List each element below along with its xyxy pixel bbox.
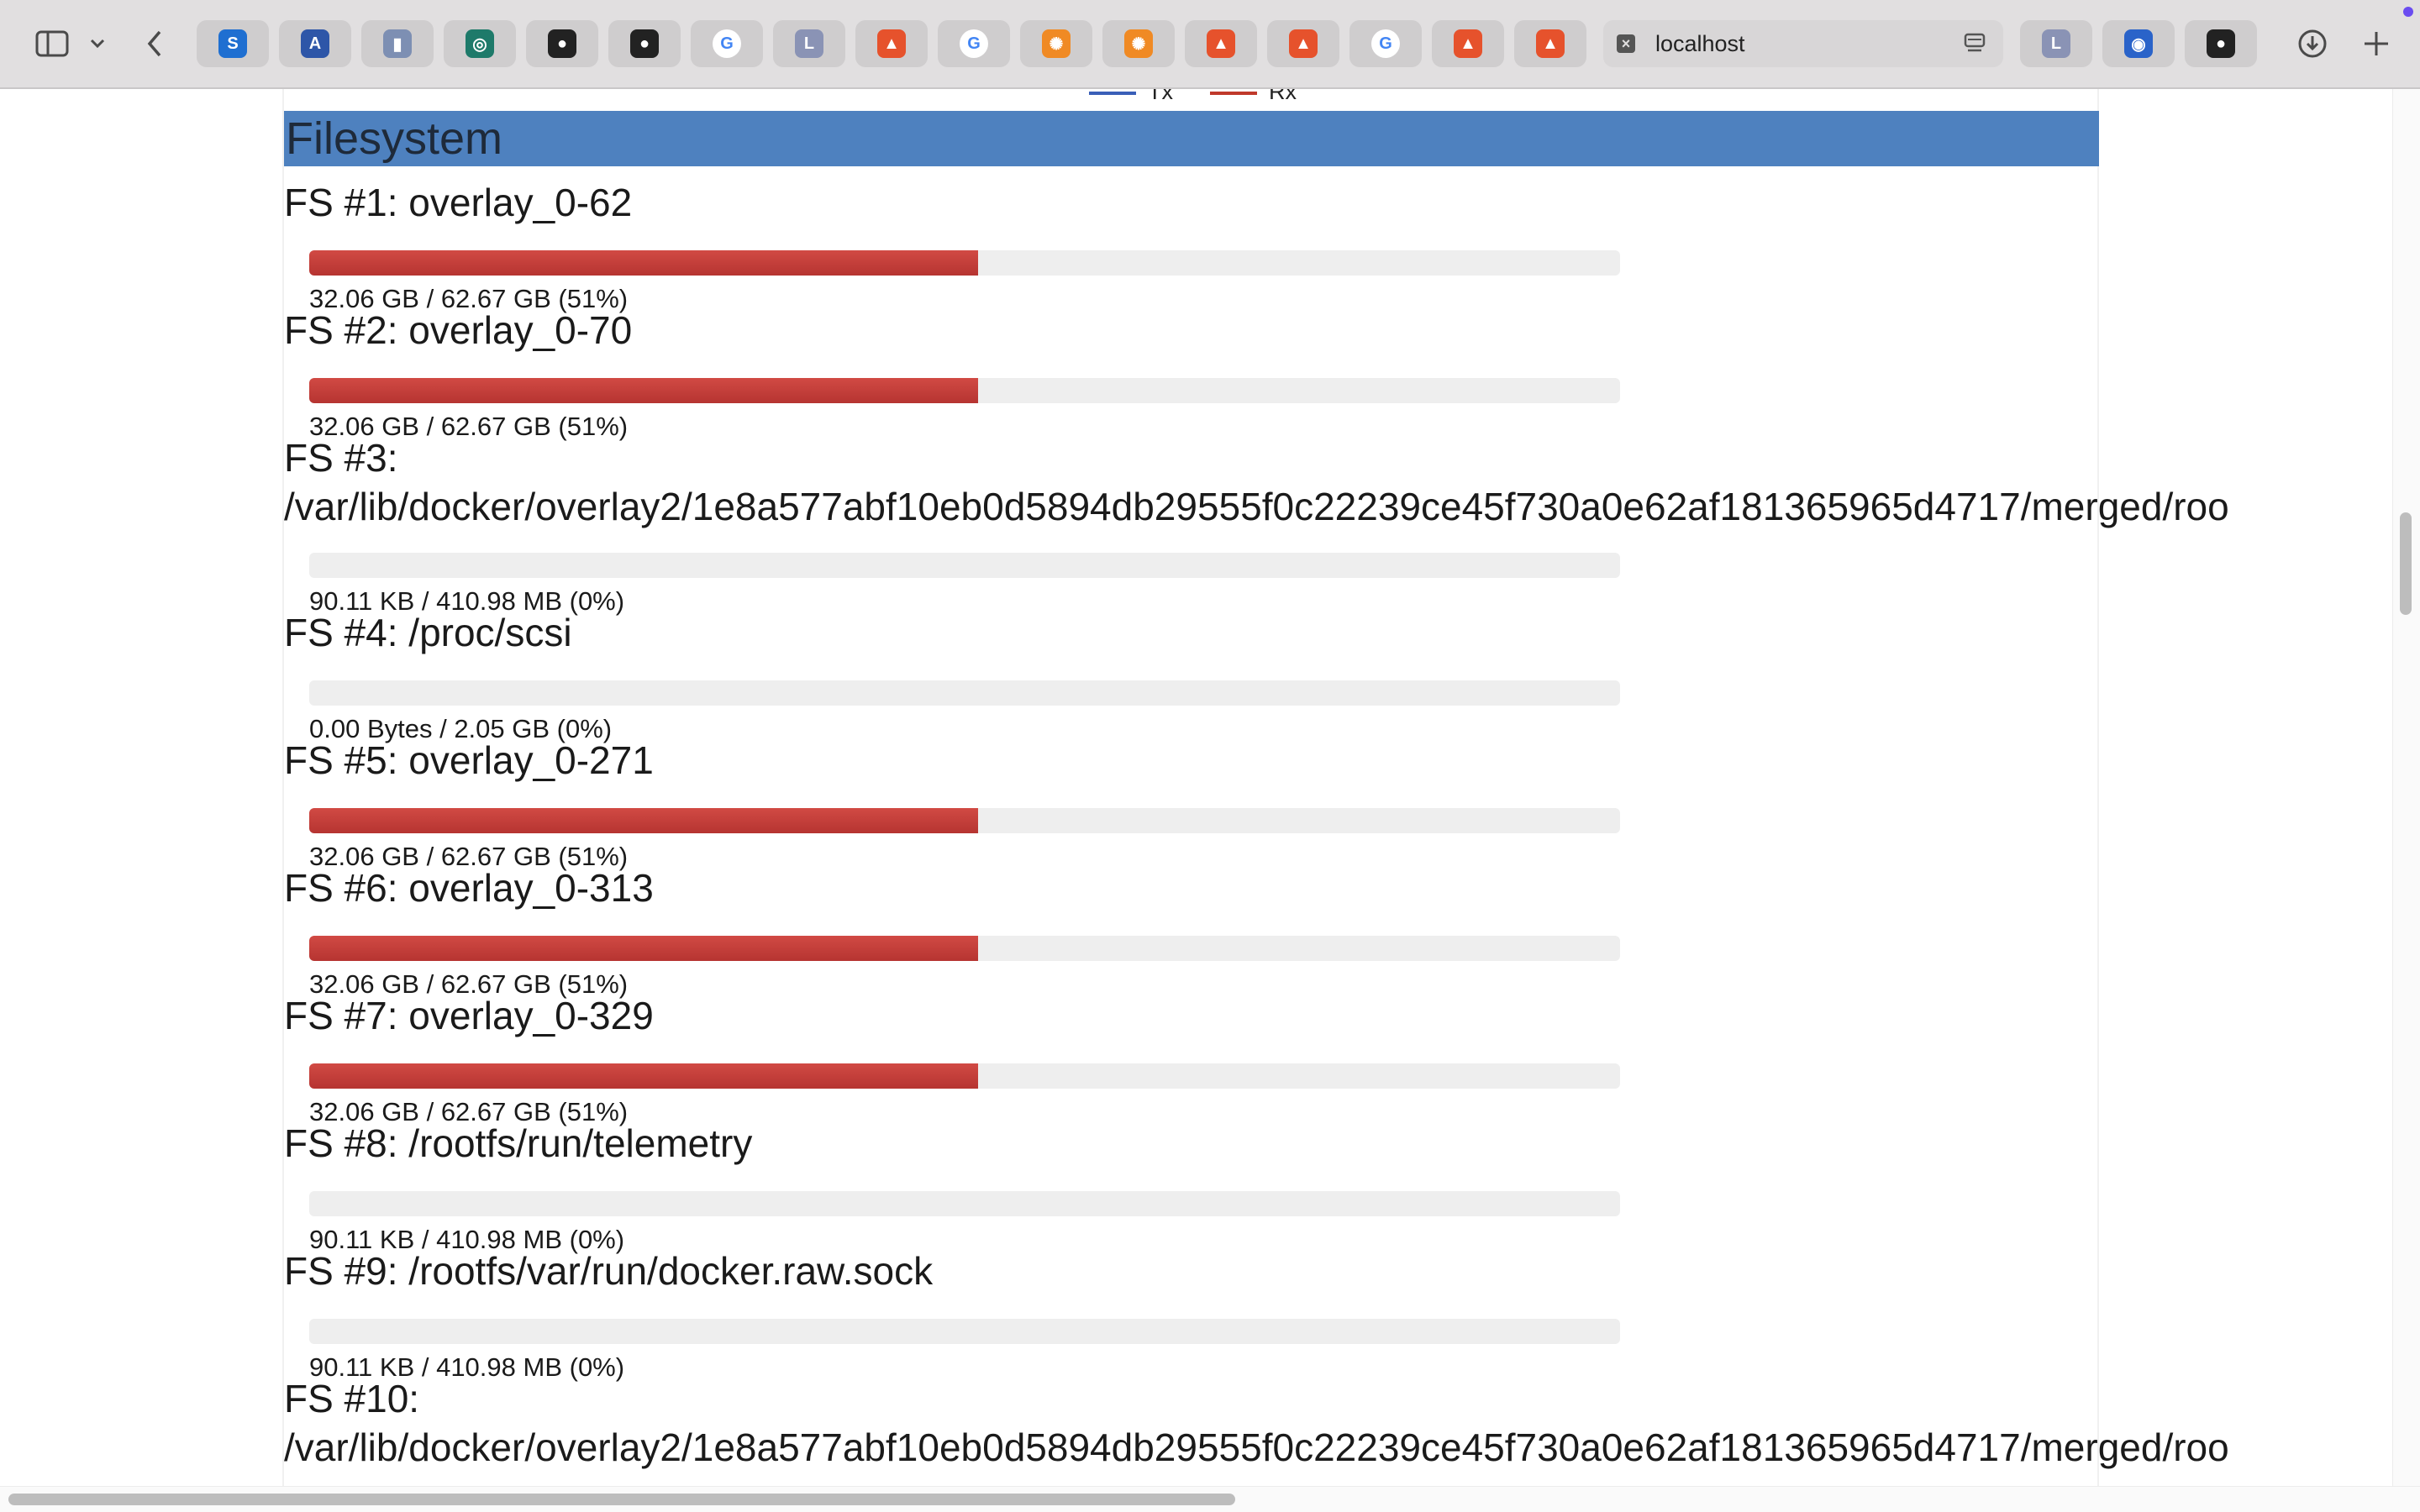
browser-tab[interactable]: L: [773, 20, 845, 67]
github-icon: ●: [548, 29, 576, 58]
usage-bar-fill: [309, 1063, 978, 1089]
filesystem-title: FS #6: overlay_0-313: [284, 866, 654, 910]
filesystem-item: FS #9: /rootfs/var/run/docker.raw.sock 90…: [284, 1247, 2385, 1382]
horizontal-scrollbar[interactable]: [0, 1486, 2420, 1512]
chevron-down-icon[interactable]: [81, 25, 114, 62]
browser-tab[interactable]: ▮: [361, 20, 434, 67]
github-icon: ●: [630, 29, 659, 58]
usage-bar-fill: [309, 808, 978, 833]
browser-tab[interactable]: ▲: [1432, 20, 1504, 67]
usage-bar: [309, 250, 1620, 276]
close-icon[interactable]: ×: [1617, 34, 1635, 53]
usage-bar: [309, 378, 1620, 403]
l-app-icon: L: [2042, 29, 2070, 58]
target-app-icon: ◎: [466, 29, 494, 58]
scroll-thumb[interactable]: [2400, 512, 2412, 615]
google-icon: G: [960, 29, 988, 58]
browser-tab[interactable]: ◉: [2102, 20, 2175, 67]
s-app-icon: S: [218, 29, 247, 58]
legend-label: Rx: [1269, 89, 1297, 104]
usage-bar: [309, 936, 1620, 961]
filesystem-title: FS #9: /rootfs/var/run/docker.raw.sock: [284, 1249, 934, 1293]
l-app-icon: L: [795, 29, 823, 58]
legend-label: Tx: [1148, 89, 1173, 104]
browser-tab[interactable]: ✺: [1102, 20, 1175, 67]
filesystem-title: FS #3:: [284, 436, 398, 480]
browser-tab[interactable]: G: [938, 20, 1010, 67]
filesystem-title: FS #8: /rootfs/run/telemetry: [284, 1121, 753, 1165]
google-icon: G: [713, 29, 741, 58]
filesystem-item: FS #5: overlay_0-271 32.06 GB / 62.67 GB …: [284, 736, 2385, 871]
prometheus-icon: ▲: [877, 29, 906, 58]
browser-tab[interactable]: L: [2020, 20, 2092, 67]
legend-swatch: [1210, 91, 1257, 95]
filesystem-title: FS #4: /proc/scsi: [284, 611, 572, 654]
tab-localhost[interactable]: × localhost: [1603, 20, 2003, 67]
browser-tab[interactable]: A: [279, 20, 351, 67]
notification-dot: [2403, 7, 2413, 17]
legend-swatch: [1089, 91, 1136, 95]
legend-item-rx: Rx: [1210, 89, 1297, 105]
browser-tab[interactable]: G: [1349, 20, 1422, 67]
filesystem-item: FS #4: /proc/scsi 0.00 Bytes / 2.05 GB (0…: [284, 608, 2385, 743]
browser-tab[interactable]: ✺: [1020, 20, 1092, 67]
filesystem-title: FS #5: overlay_0-271: [284, 738, 654, 782]
prometheus-icon: ▲: [1207, 29, 1235, 58]
grafana-icon: ✺: [1042, 29, 1071, 58]
filesystem-path: /var/lib/docker/overlay2/1e8a577abf10eb0…: [284, 485, 2229, 528]
filesystem-title: FS #10:: [284, 1377, 420, 1420]
usage-bar: [309, 680, 1620, 706]
usage-bar: [309, 1063, 1620, 1089]
new-tab-icon[interactable]: [2358, 25, 2395, 62]
filesystem-item: FS #10: /var/lib/docker/overlay2/1e8a577a…: [284, 1374, 2385, 1472]
usage-bar-fill: [309, 936, 978, 961]
usage-bar-fill: [309, 250, 978, 276]
browser-tab[interactable]: S: [197, 20, 269, 67]
scroll-thumb[interactable]: [8, 1494, 1235, 1505]
vertical-scrollbar[interactable]: [2392, 89, 2420, 1487]
grafana-icon: ✺: [1124, 29, 1153, 58]
filesystem-title: FS #1: overlay_0-62: [284, 181, 633, 224]
browser-tab[interactable]: ◎: [444, 20, 516, 67]
browser-tab[interactable]: ●: [608, 20, 681, 67]
browser-toolbar: S A ▮ ◎ ● ● G L ▲ G ✺ ✺ ▲ ▲ G ▲ ▲ × localhost L ◉ ●: [0, 0, 2420, 89]
prometheus-icon: ▲: [1454, 29, 1482, 58]
bar-chart-icon: ▮: [383, 29, 412, 58]
browser-tab[interactable]: G: [691, 20, 763, 67]
usage-bar: [309, 553, 1620, 578]
tab-title: localhost: [1655, 30, 1745, 56]
github-icon: ●: [2207, 29, 2235, 58]
browser-tab[interactable]: ▲: [1185, 20, 1257, 67]
legend-item-tx: Tx: [1089, 89, 1173, 105]
browser-tab[interactable]: ●: [2185, 20, 2257, 67]
usage-bar-fill: [309, 378, 978, 403]
usage-bar: [309, 1191, 1620, 1216]
filesystem-item: FS #6: overlay_0-313 32.06 GB / 62.67 GB …: [284, 864, 2385, 999]
google-icon: G: [1371, 29, 1400, 58]
browser-tab[interactable]: ●: [526, 20, 598, 67]
browser-tab[interactable]: ▲: [1267, 20, 1339, 67]
filesystem-item: FS #1: overlay_0-62 32.06 GB / 62.67 GB (…: [284, 178, 2385, 313]
downloads-icon[interactable]: [2294, 25, 2331, 62]
translate-icon: A: [301, 29, 329, 58]
back-icon[interactable]: [136, 25, 173, 62]
sidebar-toggle-icon[interactable]: [34, 25, 71, 62]
prometheus-icon: ▲: [1536, 29, 1565, 58]
browser-tab[interactable]: ▲: [855, 20, 928, 67]
filesystem-item: FS #3: /var/lib/docker/overlay2/1e8a577ab…: [284, 433, 2385, 616]
usage-bar: [309, 808, 1620, 833]
edge-icon: ◉: [2124, 29, 2153, 58]
usage-bar: [309, 1319, 1620, 1344]
reader-view-icon[interactable]: [1963, 32, 1986, 55]
browser-tab[interactable]: ▲: [1514, 20, 1586, 67]
section-title: Filesystem: [284, 111, 2099, 166]
filesystem-title: FS #7: overlay_0-329: [284, 994, 654, 1037]
page-content: Tx Rx Filesystem FS #1: overlay_0-62 32.0…: [0, 89, 2393, 1487]
prometheus-icon: ▲: [1289, 29, 1318, 58]
filesystem-item: FS #8: /rootfs/run/telemetry 90.11 KB / 4…: [284, 1119, 2385, 1254]
filesystem-item: FS #2: overlay_0-70 32.06 GB / 62.67 GB (…: [284, 306, 2385, 441]
filesystem-item: FS #7: overlay_0-329 32.06 GB / 62.67 GB …: [284, 991, 2385, 1126]
filesystem-title: FS #2: overlay_0-70: [284, 308, 633, 352]
filesystem-path: /var/lib/docker/overlay2/1e8a577abf10eb0…: [284, 1425, 2229, 1469]
